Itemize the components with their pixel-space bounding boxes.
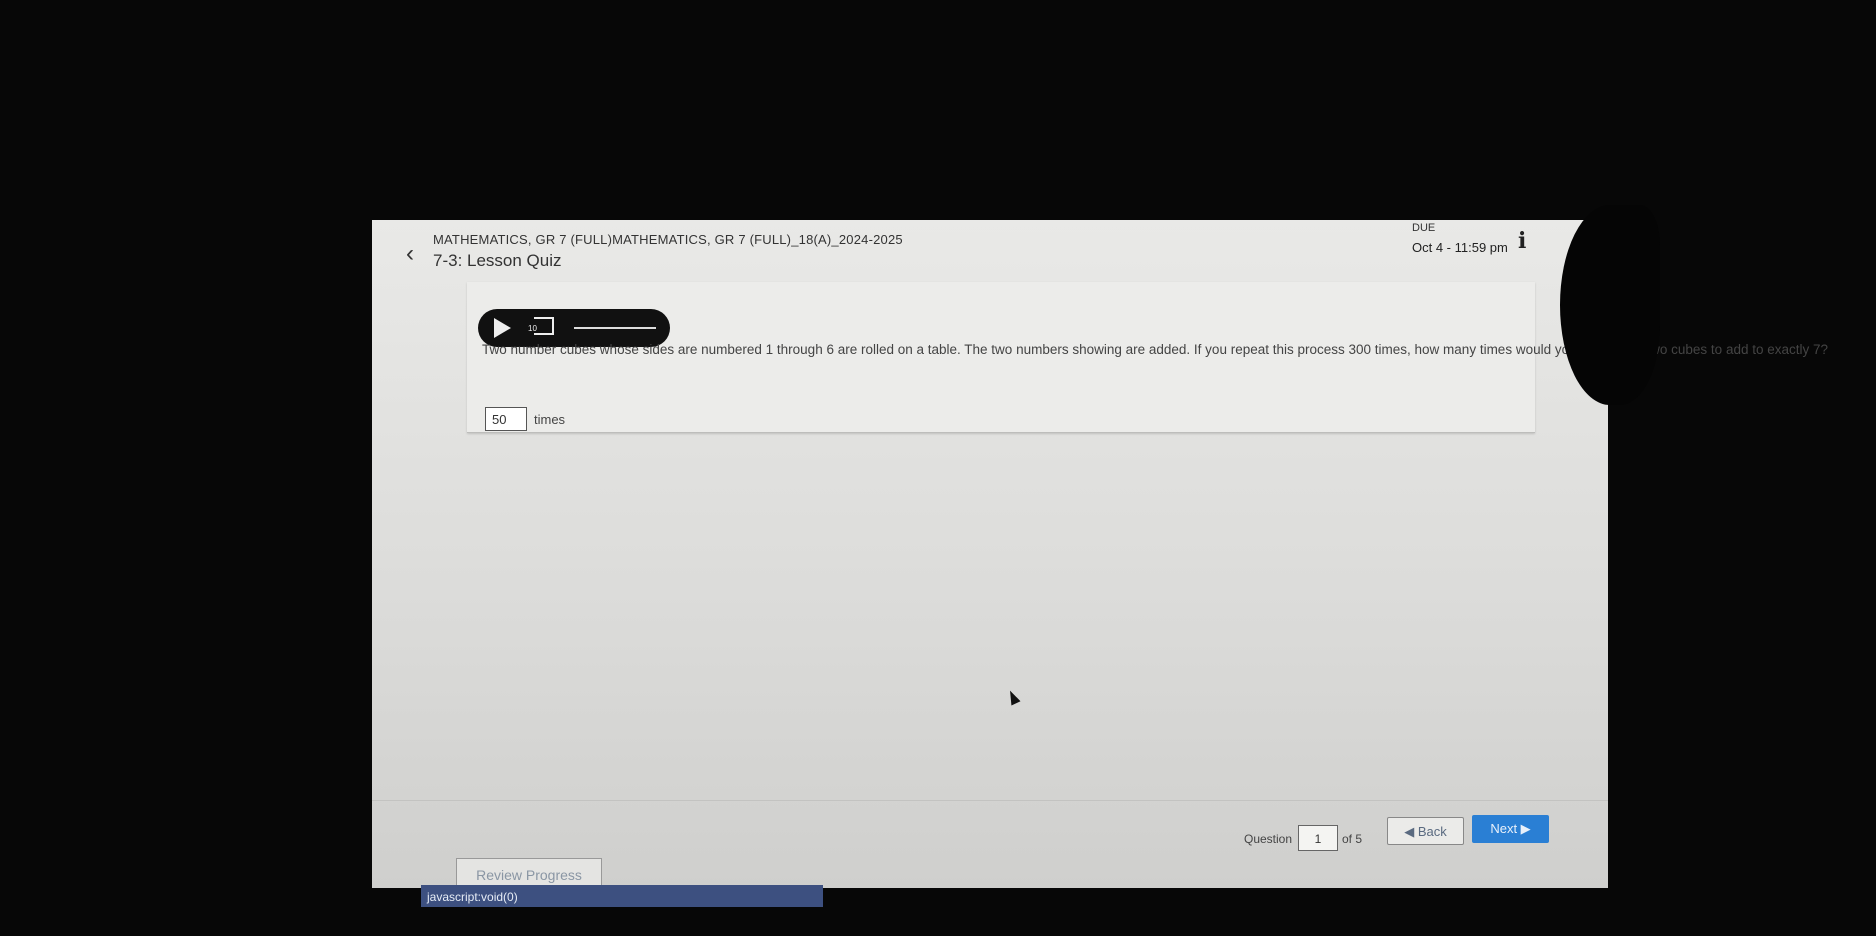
status-bar: javascript:void(0) (421, 885, 823, 907)
due-label: DUE (1412, 222, 1436, 234)
question-label: Question (1244, 832, 1293, 846)
answer-input[interactable]: 50 (485, 407, 527, 431)
footer-divider (372, 800, 1608, 801)
page-title: 7-3: Lesson Quiz (433, 251, 562, 270)
answer-unit: times (534, 412, 566, 427)
audio-progress-track[interactable] (574, 327, 656, 329)
question-total: of 5 (1342, 832, 1363, 846)
mouse-cursor-icon (1005, 688, 1021, 706)
due-date: Oct 4 - 11:59 pm (1412, 240, 1508, 255)
quiz-screen: ‹ MATHEMATICS, GR 7 (FULL)MATHEMATICS, G… (372, 220, 1828, 888)
question-number-input[interactable]: 1 (1298, 825, 1338, 851)
next-button[interactable]: Next ▶ (1472, 815, 1549, 843)
course-name: MATHEMATICS, GR 7 (FULL)MATHEMATICS, GR … (433, 232, 903, 247)
review-progress-button[interactable]: Review Progress (456, 858, 602, 888)
back-button[interactable]: ◀ Back (1387, 817, 1464, 845)
chevron-left-icon[interactable]: ‹ (406, 240, 414, 268)
info-icon[interactable]: i (1518, 228, 1526, 254)
question-text: Two number cubes whose sides are numbere… (482, 342, 1829, 357)
obstruction (1560, 205, 1660, 405)
